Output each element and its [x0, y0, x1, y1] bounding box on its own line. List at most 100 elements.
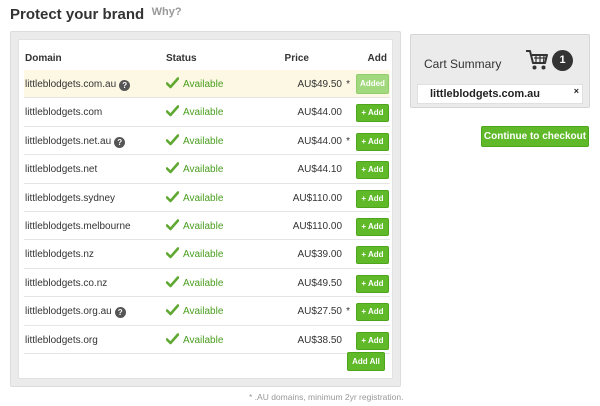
status-available: Available [183, 107, 224, 119]
check-icon [165, 247, 180, 259]
cart-item: littleblodgets.com.au × [417, 84, 583, 104]
table-row: littleblodgets.org.au? Available AU$27.50 *… [24, 297, 390, 326]
cart-count-badge: 1 [552, 50, 573, 71]
table-row: littleblodgets.nz Available AU$39.00 + Add [24, 240, 390, 269]
domain-label: littleblodgets.net [25, 164, 98, 176]
domain-label: littleblodgets.com.au [25, 79, 117, 90]
price-value: AU$44.00 [297, 107, 342, 119]
check-icon [165, 133, 180, 146]
price-value: AU$110.00 [292, 220, 342, 232]
add-button[interactable]: + Add [356, 189, 389, 208]
cart-summary-panel: Cart Summary 1 littleblodgets.com.au × [410, 34, 590, 108]
table-row: littleblodgets.org Available AU$38.50 + Add [24, 326, 390, 354]
footnote: * .AU domains, minimum 2yr registration. [249, 392, 404, 402]
check-icon [165, 77, 180, 89]
add-button[interactable]: + Add [356, 217, 389, 236]
status-available: Available [183, 135, 224, 147]
cart-summary-title: Cart Summary [424, 57, 502, 71]
help-icon[interactable]: ? [114, 136, 126, 148]
added-button[interactable]: Added [356, 74, 389, 94]
cart-item-domain: littleblodgets.com.au [430, 88, 541, 100]
domain-label: littleblodgets.org [25, 334, 98, 346]
price-cell: AU$27.50 * [298, 306, 350, 317]
price-cell: AU$44.10 [298, 164, 350, 175]
why-link[interactable]: Why? [152, 6, 182, 18]
status-cell: Available [165, 133, 224, 147]
table-row: littleblodgets.co.nz Available AU$49.50 + A… [24, 269, 390, 298]
price-value: AU$44.10 [297, 164, 342, 176]
table-row: littleblodgets.sydney Available AU$110.00 +… [24, 184, 390, 212]
help-icon[interactable]: ? [114, 307, 126, 319]
domain-label: littleblodgets.org.au [25, 306, 112, 318]
check-icon [165, 190, 180, 202]
domain-name: littleblodgets.com.au? [25, 79, 131, 91]
status-available: Available [183, 164, 224, 176]
price-cell: AU$44.00 [298, 107, 350, 118]
domain-name: littleblodgets.nz [25, 249, 94, 260]
status-available: Available [183, 249, 224, 261]
price-footnote-marker: * [346, 135, 350, 147]
domain-label: littleblodgets.com [25, 107, 103, 119]
shopping-cart-icon[interactable] [525, 49, 549, 76]
column-header-status: Status [166, 53, 197, 64]
add-button[interactable]: + Add [356, 303, 389, 322]
column-header-domain: Domain [25, 53, 62, 64]
remove-icon[interactable]: × [574, 86, 579, 96]
status-cell: Available [165, 275, 223, 289]
status-cell: Available [165, 247, 224, 261]
status-available: Available [183, 334, 224, 346]
continue-to-checkout-button[interactable]: Continue to checkout [481, 126, 589, 147]
price-cell: AU$44.00 * [298, 136, 350, 147]
domain-name: littleblodgets.net [25, 164, 97, 175]
domain-name: littleblodgets.org [25, 335, 98, 346]
domain-name: littleblodgets.sydney [25, 193, 115, 204]
check-icon [165, 275, 180, 288]
status-cell: Available [165, 105, 224, 119]
status-cell: Available [165, 162, 224, 176]
domain-table: Domain Status Price Add littleblodgets.c… [18, 39, 393, 379]
price-cell: AU$38.50 [298, 335, 350, 346]
domain-name: littleblodgets.melbourne [25, 221, 131, 232]
price-value: AU$44.00 [297, 135, 342, 147]
price-footnote-marker: * [346, 79, 350, 90]
domain-rows: littleblodgets.com.au? Available AU$49.50 *… [24, 70, 390, 354]
domain-panel: Domain Status Price Add littleblodgets.c… [10, 31, 401, 387]
help-icon[interactable]: ? [119, 80, 131, 91]
domain-label: littleblodgets.melbourne [25, 220, 131, 232]
table-row: littleblodgets.com Available AU$44.00 + Add [24, 98, 390, 127]
price-cell: AU$110.00 [293, 193, 350, 204]
add-button[interactable]: + Add [356, 161, 389, 180]
add-button[interactable]: + Add [356, 331, 389, 350]
domain-label: littleblodgets.sydney [25, 192, 116, 204]
domain-label: littleblodgets.nz [25, 249, 94, 261]
price-cell: AU$110.00 [293, 221, 350, 232]
status-available: Available [183, 220, 224, 232]
check-icon [165, 332, 180, 344]
domain-name: littleblodgets.com [25, 107, 102, 118]
status-cell: Available [165, 190, 223, 204]
price-footnote-marker: * [346, 306, 350, 318]
add-all-button[interactable]: Add All [347, 352, 385, 371]
price-value: AU$38.50 [297, 334, 342, 346]
table-row: littleblodgets.com.au? Available AU$49.50 *… [24, 70, 390, 99]
check-icon [165, 105, 180, 117]
add-button[interactable]: + Add [356, 132, 389, 151]
price-cell: AU$49.50 [298, 278, 350, 289]
domain-label: littleblodgets.co.nz [25, 277, 108, 289]
price-value: AU$110.00 [292, 192, 342, 204]
status-cell: Available [165, 77, 223, 90]
page-title: Protect your brand [10, 6, 145, 23]
status-available: Available [183, 306, 224, 318]
price-value: AU$49.50 [297, 79, 342, 90]
add-button[interactable]: + Add [356, 274, 389, 293]
column-header-price: Price [284, 53, 309, 64]
check-icon [165, 304, 180, 316]
page-heading: Protect your brand Why? [10, 6, 182, 24]
add-button[interactable]: + Add [356, 246, 389, 265]
add-button[interactable]: + Add [356, 104, 389, 123]
check-icon [165, 219, 180, 231]
price-value: AU$27.50 [297, 306, 342, 318]
price-value: AU$39.00 [297, 249, 342, 261]
table-row: littleblodgets.net.au? Available AU$44.00 *… [24, 127, 390, 156]
status-cell: Available [165, 332, 224, 346]
